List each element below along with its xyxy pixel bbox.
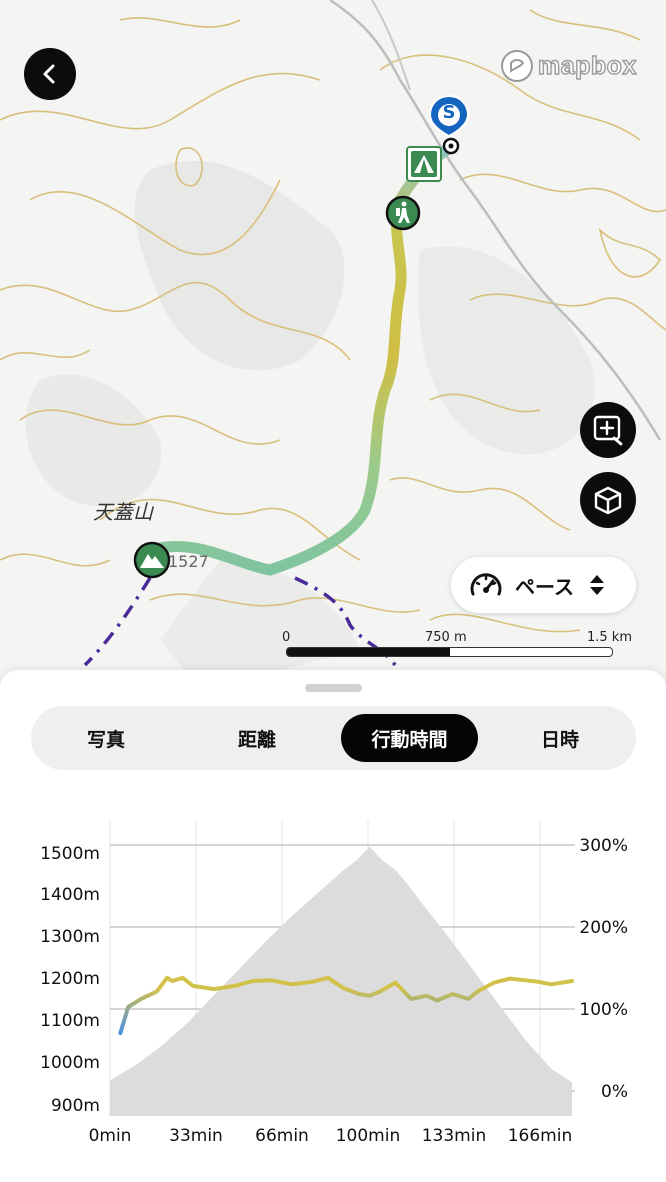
tab-distance[interactable]: 距離 [182,714,332,762]
x-axis: 0min 33min 66min 100min 133min 166min [89,1126,573,1146]
tab-activity-time[interactable]: 行動時間 [341,714,478,762]
x-tick: 66min [255,1126,309,1146]
up-down-arrows-icon [590,575,604,595]
sheet-grabber[interactable] [305,684,362,692]
segmented-tabs: 写真 距離 行動時間 日時 [31,706,636,770]
x-tick: 166min [508,1126,573,1146]
y-right-tick: 100% [579,1000,628,1020]
left-axis: 1500m 1400m 1300m 1200m 1100m 1000m 900m [40,844,100,1116]
x-tick: 0min [89,1126,132,1146]
bottom-sheet: 写真 距離 行動時間 日時 1500m 1400m 1300m 1200m 1100m 1… [0,670,666,1182]
scale-bar [286,647,613,657]
y-left-tick: 900m [51,1096,100,1116]
zoom-in-icon [593,415,623,446]
y-left-tick: 1500m [40,844,100,864]
tab-photos[interactable]: 写真 [31,714,181,762]
scale-label-max: 1.5 km [587,630,632,645]
view-3d-button[interactable] [580,472,636,528]
scale-label-mid: 750 m [425,630,467,645]
x-tick: 100min [336,1126,401,1146]
peak-elevation-label: 1527 [168,552,209,571]
mapbox-wordmark: mapbox [537,51,637,80]
tab-date-time[interactable]: 日時 [485,714,635,762]
pace-selector-label: ペース [515,574,574,599]
start-marker-label: S [442,102,456,123]
y-left-tick: 1200m [40,969,100,989]
summit-icon[interactable] [133,541,171,579]
y-left-tick: 1300m [40,927,100,947]
y-right-tick: 200% [579,918,628,938]
pace-selector[interactable]: ペース [451,557,636,613]
back-button[interactable] [24,48,76,100]
hiker-icon[interactable] [385,195,421,231]
x-tick: 33min [169,1126,223,1146]
chevron-left-icon [43,64,55,84]
mapbox-logo: mapbox [500,48,637,84]
y-left-tick: 1100m [40,1011,100,1031]
cube-icon [594,486,622,515]
x-tick: 133min [422,1126,487,1146]
elevation-pace-chart[interactable]: 1500m 1400m 1300m 1200m 1100m 1000m 900m 300% 2… [0,800,666,1160]
scale-label-0: 0 [282,630,291,645]
campsite-icon[interactable] [406,146,442,182]
y-right-tick: 0% [601,1082,628,1102]
y-right-tick: 300% [579,836,628,856]
y-left-tick: 1000m [40,1053,100,1073]
map-view[interactable]: S 天蓋山 1527 mapbox ペース 0 750 m 1.5 km [0,0,666,690]
mapbox-logo-icon [501,50,533,82]
peak-name-label: 天蓋山 [93,500,153,524]
speedometer-icon [470,573,502,596]
y-left-tick: 1400m [40,885,100,905]
right-axis: 300% 200% 100% 0% [579,836,628,1102]
zoom-button[interactable] [580,402,636,458]
